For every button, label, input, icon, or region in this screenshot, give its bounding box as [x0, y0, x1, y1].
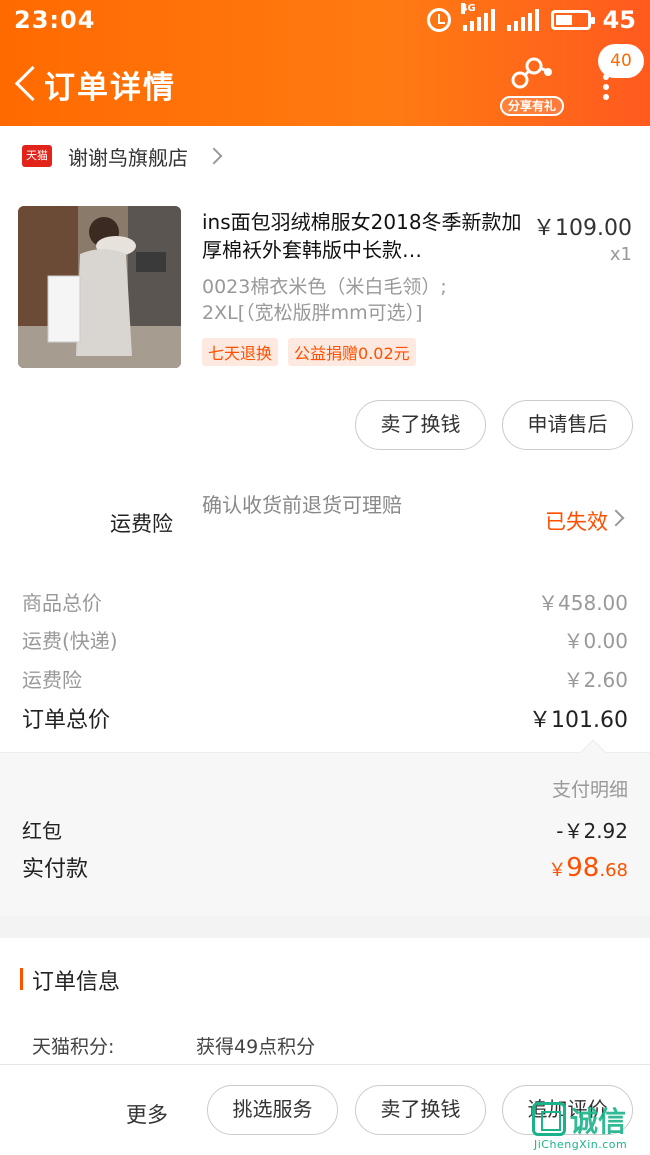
points-label: 天猫积分:	[32, 1036, 115, 1058]
message-badge: 40	[598, 44, 644, 78]
battery-icon	[550, 10, 595, 30]
fee-label: 运费险	[22, 668, 82, 692]
points-value: 获得49点积分	[196, 1036, 316, 1058]
sell-for-cash-button[interactable]: 卖了换钱	[355, 1085, 486, 1135]
product-image[interactable]	[18, 206, 181, 368]
back-arrow-icon[interactable]	[12, 66, 40, 102]
fee-row-insurance: 运费险 ￥2.60	[22, 664, 628, 693]
insurance-status[interactable]: 已失效	[545, 506, 608, 536]
currency-symbol: ￥	[548, 860, 567, 881]
fee-label: 运费(快递)	[22, 629, 118, 653]
chevron-right-icon[interactable]	[607, 509, 625, 527]
tmall-logo-icon: 天猫	[22, 145, 52, 167]
signal-4g-icon: 4G	[460, 3, 495, 31]
order-total-value: ￥101.60	[529, 708, 628, 733]
store-name: 谢谢鸟旗舰店	[68, 145, 188, 170]
insurance-label: 运费险	[110, 512, 173, 536]
app-header: 23:04 4G 45 订单详情 分享有礼 40	[0, 0, 650, 126]
product-tags: 七天退换 公益捐赠0.02元	[202, 338, 416, 366]
watermark-logo-icon	[532, 1102, 566, 1136]
fee-value: ￥0.00	[563, 629, 628, 653]
tag-seven-day-return: 七天退换	[202, 338, 279, 366]
share-icon	[511, 57, 552, 89]
site-watermark: 诚信 JiChengXin.com	[532, 1098, 650, 1155]
page-title: 订单详情	[44, 70, 176, 106]
paid-row: 实付款 ￥98.68	[22, 851, 628, 883]
paid-label: 实付款	[22, 857, 89, 882]
after-sale-button[interactable]: 申请售后	[502, 400, 633, 450]
caret-up-icon	[580, 739, 606, 765]
paid-decimal: .68	[599, 860, 628, 881]
order-info-section: 订单信息 天猫积分: 获得49点积分	[0, 938, 650, 1068]
nav-bar: 订单详情 分享有礼	[0, 40, 650, 126]
payment-detail-panel: 支付明细 红包 -￥2.92 实付款 ￥98.68	[0, 739, 650, 916]
red-packet-label: 红包	[22, 819, 62, 843]
share-button[interactable]: 分享有礼	[500, 54, 564, 116]
tag-charity: 公益捐赠0.02元	[288, 338, 416, 366]
fee-row-shipping: 运费(快递) ￥0.00	[22, 625, 628, 654]
sell-button[interactable]: 卖了换钱	[355, 400, 486, 450]
store-row[interactable]: 天猫 谢谢鸟旗舰店	[22, 138, 223, 174]
watermark-url: JiChengXin.com	[534, 1138, 628, 1151]
order-detail-card: 天猫 谢谢鸟旗舰店 ins面包羽绒棉服女2018冬季新款加厚棉袄外套韩版中长款……	[0, 126, 650, 916]
paid-integer: 98	[566, 853, 600, 883]
product-price: ￥109.00	[533, 216, 632, 241]
fee-row-goods: 商品总价 ￥458.00	[22, 587, 628, 616]
fee-value: ￥458.00	[538, 591, 628, 615]
insurance-description: 确认收货前退货可理赔	[202, 493, 402, 517]
section-accent-bar	[20, 968, 23, 990]
order-total-label: 订单总价	[22, 708, 111, 733]
payment-detail-label: 支付明细	[551, 779, 628, 801]
battery-level: 45	[602, 6, 636, 34]
status-bar: 23:04 4G 45	[0, 0, 650, 40]
fee-label: 商品总价	[22, 591, 102, 615]
product-spec: 0023棉衣米色（米白毛领）; 2XL[（宽松版胖mm可选）]	[202, 276, 447, 324]
product-quantity: x1	[609, 244, 632, 265]
share-label: 分享有礼	[500, 96, 564, 116]
order-total-row: 订单总价 ￥101.60	[22, 702, 628, 734]
fee-value: ￥2.60	[563, 668, 628, 692]
status-icons: 4G 45	[426, 3, 636, 34]
chevron-right-icon	[205, 147, 223, 165]
network-type: 4G	[460, 3, 476, 14]
more-button[interactable]: 更多	[126, 1099, 168, 1129]
paid-amount: ￥98.68	[548, 853, 628, 883]
alarm-icon	[426, 8, 451, 32]
watermark-brand: 诚信	[570, 1105, 627, 1138]
status-time: 23:04	[14, 6, 96, 34]
product-title[interactable]: ins面包羽绒棉服女2018冬季新款加厚棉袄外套韩版中长款…	[202, 208, 522, 264]
select-service-button[interactable]: 挑选服务	[207, 1085, 338, 1135]
red-packet-row: 红包 -￥2.92	[22, 815, 628, 844]
order-info-title: 订单信息	[32, 970, 121, 995]
signal-icon	[506, 9, 539, 31]
red-packet-value: -￥2.92	[556, 819, 628, 843]
